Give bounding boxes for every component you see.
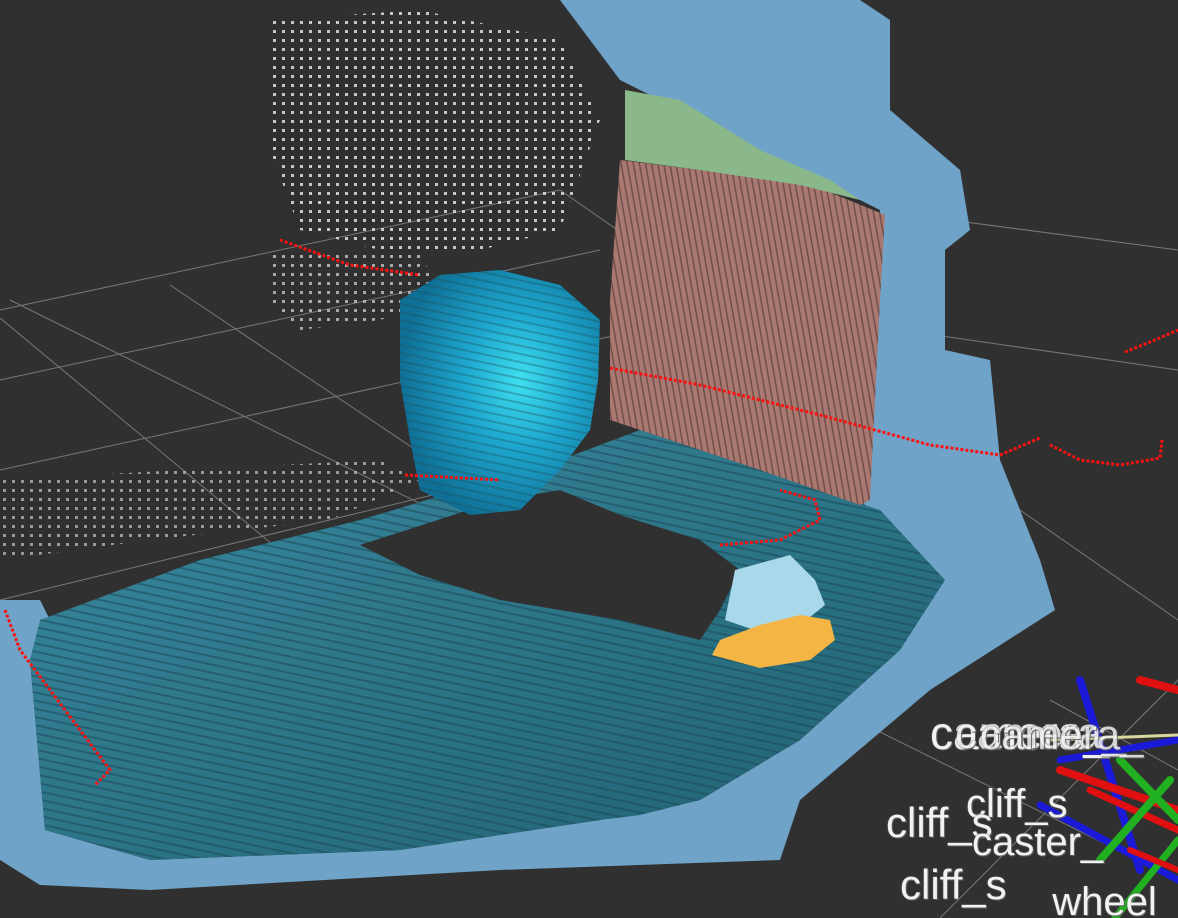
tf-label-camera: camera_ — [980, 711, 1144, 758]
tf-label-caster: caster_ — [972, 820, 1104, 864]
tf-label-cliff-sensor: cliff_s — [900, 861, 1007, 908]
3d-viewport[interactable]: camera_ camera_ camera_ cliff_s cliff_s … — [0, 0, 1178, 918]
tf-label-wheel: _wheel — [1030, 880, 1157, 918]
point-cloud-scene — [0, 0, 1178, 918]
